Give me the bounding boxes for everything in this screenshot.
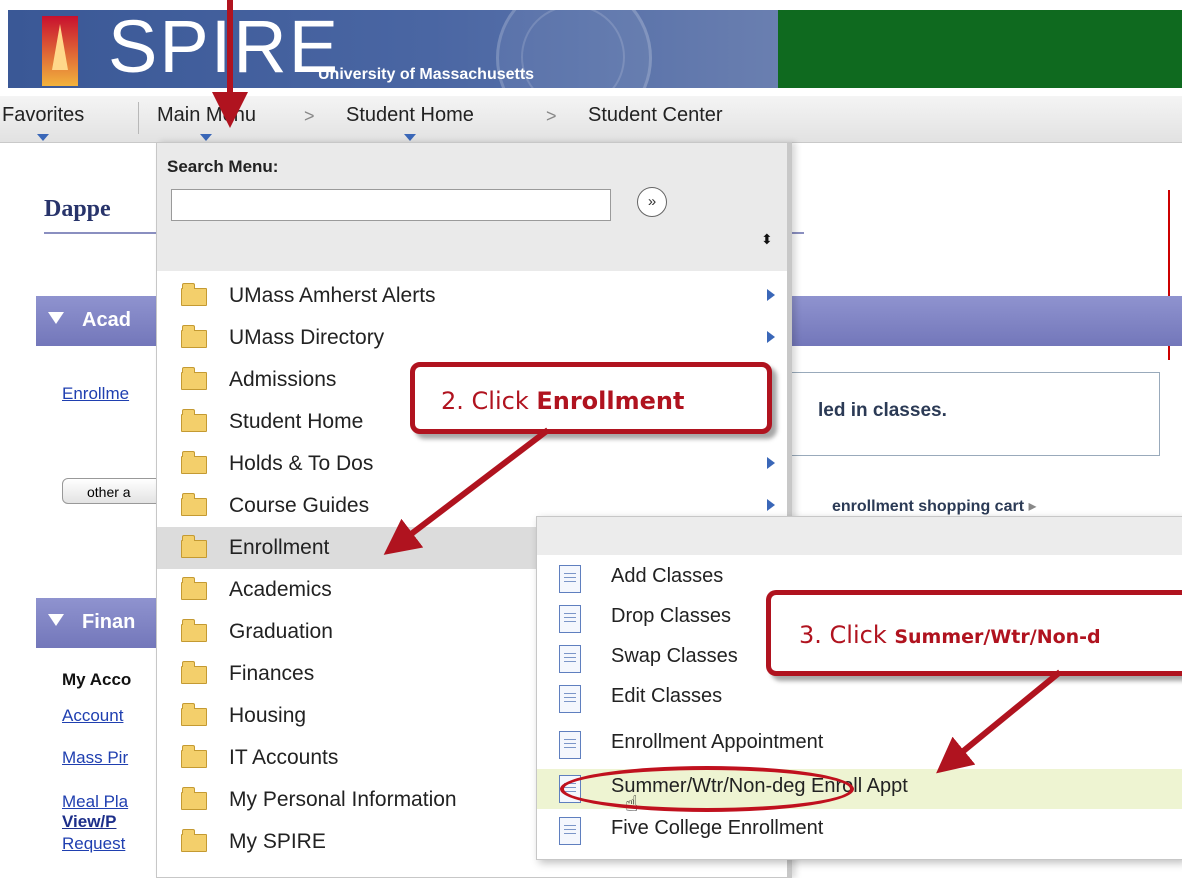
logo-text: SPIRE	[108, 5, 341, 88]
menu-item-holds-todos[interactable]: Holds & To Dos	[157, 443, 785, 485]
nav-student-center[interactable]: Student Center	[588, 104, 723, 127]
header-banner: SPIRE University of Massachusetts	[8, 0, 778, 136]
menu-search-area: Search Menu: » ⬍	[157, 143, 791, 271]
folder-icon	[181, 409, 207, 432]
mass-pirg-link[interactable]: Mass Pir	[62, 748, 128, 768]
submenu-edit-classes[interactable]: Edit Classes	[537, 679, 1182, 719]
submenu-enrollment-appointment[interactable]: Enrollment Appointment	[537, 725, 1182, 765]
folder-icon	[181, 619, 207, 642]
folder-icon	[181, 829, 207, 852]
menu-item-umass-directory[interactable]: UMass Directory	[157, 317, 785, 359]
folder-icon	[181, 283, 207, 306]
document-icon	[559, 817, 581, 845]
collapse-triangle-icon	[48, 312, 64, 324]
collapse-triangle-icon	[48, 614, 64, 626]
search-go-icon[interactable]: »	[637, 187, 667, 217]
folder-icon	[181, 325, 207, 348]
enrollment-link[interactable]: Enrollme	[62, 384, 129, 404]
nav-main-menu[interactable]: Main Menu	[157, 104, 256, 141]
step3-callout: 3. Click Summer/Wtr/Non-d	[766, 590, 1182, 676]
folder-icon	[181, 745, 207, 768]
view-pay-link[interactable]: View/P	[62, 812, 117, 832]
search-menu-input[interactable]	[171, 189, 611, 221]
document-icon	[559, 685, 581, 713]
dropdown-icon	[200, 134, 213, 141]
my-account-heading: My Acco	[62, 670, 132, 689]
menu-item-umass-alerts[interactable]: UMass Amherst Alerts	[157, 275, 785, 317]
document-icon	[559, 645, 581, 673]
document-icon	[559, 565, 581, 593]
document-icon	[559, 605, 581, 633]
folder-icon	[181, 577, 207, 600]
chevron-right-icon	[767, 289, 775, 301]
request-link[interactable]: Request	[62, 834, 125, 854]
nav-student-home[interactable]: Student Home	[346, 104, 474, 141]
account-link[interactable]: Account	[62, 706, 123, 726]
folder-icon	[181, 535, 207, 558]
meal-plan-link[interactable]: Meal Pla	[62, 792, 128, 812]
document-icon	[559, 731, 581, 759]
folder-icon	[181, 367, 207, 390]
cart-arrow-icon: ▸	[1028, 498, 1037, 515]
chevron-right-icon	[767, 457, 775, 469]
spire-logo-icon	[42, 16, 78, 86]
chevron-right-icon	[767, 499, 775, 511]
folder-icon	[181, 493, 207, 516]
folder-icon	[181, 787, 207, 810]
info-text: led in classes.	[818, 400, 947, 421]
dropdown-icon	[37, 134, 50, 141]
logo-subtitle: University of Massachusetts	[318, 66, 535, 83]
highlight-ellipse	[560, 766, 854, 812]
nav-bar: Favorites Main Menu > Student Home > Stu…	[0, 96, 1182, 143]
shopping-cart-link[interactable]: enrollment shopping cart ▸	[832, 496, 1037, 516]
folder-icon	[181, 703, 207, 726]
folder-icon	[181, 661, 207, 684]
folder-icon	[181, 451, 207, 474]
submenu-five-college[interactable]: Five College Enrollment	[537, 811, 1182, 851]
dropdown-icon	[403, 134, 416, 141]
spire-header: SPIRE University of Massachusetts	[8, 0, 1182, 136]
chevron-right-icon	[767, 331, 775, 343]
step2-callout: 2. Click Enrollment	[410, 362, 772, 434]
nav-favorites[interactable]: Favorites	[2, 104, 84, 141]
search-menu-label: Search Menu:	[167, 157, 279, 176]
sort-icon[interactable]: ⬍	[761, 231, 773, 248]
breadcrumb-separator: >	[546, 106, 557, 126]
page-title: Dappe	[44, 196, 111, 222]
breadcrumb-separator: >	[304, 106, 315, 126]
